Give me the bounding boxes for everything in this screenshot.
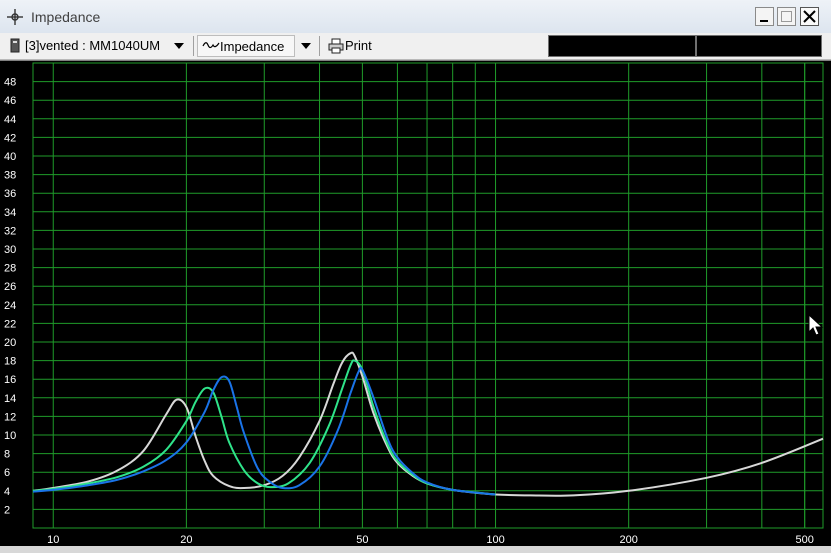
y-tick-label: 46	[4, 95, 16, 107]
y-tick-label: 16	[4, 374, 16, 386]
print-button[interactable]: Print	[324, 35, 379, 57]
view-selector[interactable]: Impedance	[197, 35, 295, 57]
x-tick-label: 50	[356, 534, 368, 546]
mouse-cursor-icon	[808, 314, 824, 336]
y-tick-label: 36	[4, 188, 16, 200]
view-label: Impedance	[220, 39, 285, 54]
y-tick-label: 18	[4, 356, 16, 368]
y-tick-label: 12	[4, 411, 16, 423]
y-tick-label: 20	[4, 337, 16, 349]
close-button[interactable]	[800, 7, 819, 26]
printer-icon	[328, 38, 344, 54]
y-tick-label: 38	[4, 170, 16, 182]
window-title: Impedance	[31, 9, 101, 25]
y-tick-label: 44	[4, 114, 16, 126]
y-tick-label: 40	[4, 151, 16, 163]
print-label: Print	[345, 38, 372, 53]
minimize-icon	[760, 20, 768, 22]
title-bar: Impedance	[0, 0, 831, 34]
bottom-edge	[0, 546, 831, 553]
y-tick-label: 32	[4, 225, 16, 237]
impedance-wave-icon	[202, 42, 220, 49]
x-tick-label: 20	[180, 534, 192, 546]
crosshair-icon	[7, 9, 23, 25]
maximize-icon	[781, 11, 792, 22]
y-tick-label: 24	[4, 300, 16, 312]
plot-area-border	[32, 62, 824, 529]
minimize-button[interactable]	[755, 7, 774, 26]
impedance-chart-frame[interactable]: 2 4 6 8 10 12 14 16 18 20 22 24 26 28 30 32 34 36 38 40 42 44…	[0, 60, 831, 547]
y-tick-label: 4	[4, 486, 10, 498]
cursor-readout-2	[696, 35, 822, 57]
toolbar-separator	[193, 36, 194, 56]
y-tick-label: 48	[4, 77, 16, 89]
maximize-button[interactable]	[777, 7, 796, 26]
document-icon	[10, 38, 20, 53]
y-tick-label: 6	[4, 467, 10, 479]
view-dropdown-arrow-icon[interactable]	[301, 43, 311, 49]
y-tick-label: 10	[4, 430, 16, 442]
y-tick-label: 22	[4, 318, 16, 330]
impedance-series-line-1	[32, 351, 824, 497]
y-tick-label: 30	[4, 244, 16, 256]
x-tick-label: 100	[486, 534, 504, 546]
cursor-readout-1	[548, 35, 696, 57]
project-selector[interactable]: [3]vented : MM1040UM	[25, 38, 160, 53]
y-tick-label: 34	[4, 207, 16, 219]
toolbar: [3]vented : MM1040UM Impedance Print	[0, 33, 831, 60]
y-tick-label: 26	[4, 281, 16, 293]
y-tick-label: 28	[4, 263, 16, 275]
y-tick-label: 42	[4, 132, 16, 144]
x-tick-label: 10	[47, 534, 59, 546]
impedance-chart[interactable]: 2468101214161820222426283032343638404244…	[0, 61, 831, 547]
y-tick-label: 2	[4, 504, 10, 516]
y-tick-label: 14	[4, 393, 16, 405]
x-tick-label: 500	[796, 534, 814, 546]
y-tick-label: 8	[4, 449, 10, 461]
project-dropdown-arrow-icon[interactable]	[174, 43, 184, 49]
x-tick-label: 200	[620, 534, 638, 546]
close-icon	[803, 10, 816, 23]
toolbar-separator	[319, 36, 320, 56]
